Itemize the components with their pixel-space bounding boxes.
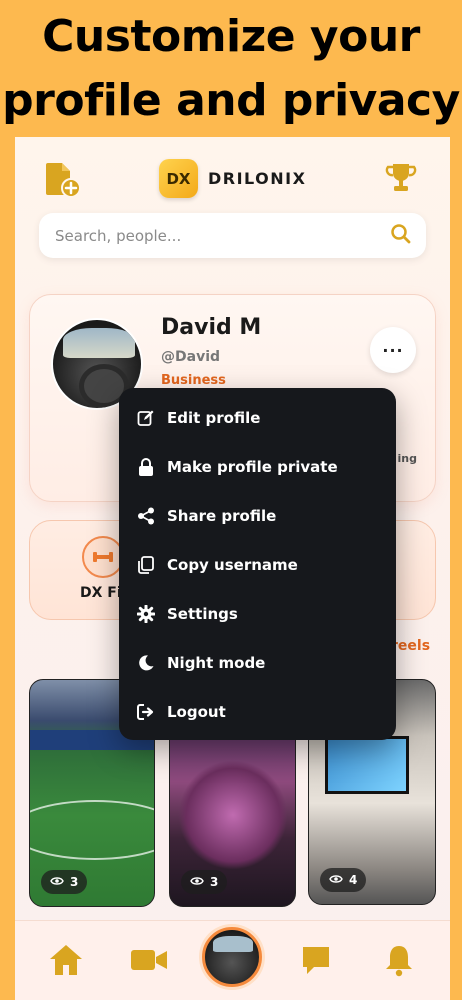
brand: DX DRILONIX (159, 159, 306, 198)
menu-item-label: Copy username (167, 555, 298, 574)
reel-image-detail (325, 736, 409, 794)
share-icon (136, 506, 156, 526)
eye-icon (329, 873, 343, 887)
search-bar (39, 213, 426, 258)
bottom-nav (15, 920, 450, 1000)
search-icon[interactable] (390, 223, 412, 249)
lock-icon (136, 457, 156, 477)
profile-handle: @David (161, 349, 221, 365)
menu-item-label: Edit profile (167, 408, 261, 427)
following-label[interactable]: ing (398, 452, 417, 465)
menu-item-label: Share profile (167, 506, 277, 525)
menu-item-copy-username[interactable]: Copy username (119, 540, 396, 589)
copy-icon (136, 555, 156, 575)
new-document-icon[interactable] (43, 159, 83, 199)
view-count-badge: 3 (181, 870, 228, 894)
eye-icon (190, 875, 204, 889)
menu-item-night-mode[interactable]: Night mode (119, 638, 396, 687)
view-count-badge: 4 (320, 868, 367, 892)
reel-image-detail (178, 760, 288, 870)
profile-options-menu: Edit profile Make profile private Share … (119, 388, 396, 740)
profile-name: David M (161, 315, 262, 340)
eye-icon (50, 875, 64, 889)
headline-line-1: Customize your (42, 11, 420, 62)
view-count: 3 (70, 875, 79, 889)
view-count: 3 (210, 875, 219, 889)
menu-item-edit-profile[interactable]: Edit profile (119, 393, 396, 442)
dumbbell-icon (82, 536, 124, 578)
menu-item-make-private[interactable]: Make profile private (119, 442, 396, 491)
chat-icon[interactable] (297, 941, 335, 979)
brand-name: DRILONIX (208, 169, 307, 188)
menu-item-label: Settings (167, 604, 238, 623)
more-options-button[interactable]: ··· (370, 327, 416, 373)
logout-icon (136, 702, 156, 722)
menu-item-label: Make profile private (167, 457, 338, 476)
promo-headline: Customize your profile and privacy (0, 0, 462, 135)
reel-image-detail (30, 800, 154, 860)
menu-item-label: Night mode (167, 653, 266, 672)
video-icon[interactable] (129, 941, 169, 979)
top-bar: DX DRILONIX (15, 137, 450, 217)
menu-item-settings[interactable]: Settings (119, 589, 396, 638)
view-count: 4 (349, 873, 358, 887)
reels-link[interactable]: reels (391, 638, 430, 654)
profile-avatar-tab[interactable] (202, 927, 262, 987)
headline-line-2: profile and privacy (2, 75, 460, 126)
edit-icon (136, 408, 156, 428)
feature-label-fitness: DX Fi (80, 585, 122, 601)
moon-icon (136, 653, 156, 673)
gear-icon (136, 604, 156, 624)
menu-item-share-profile[interactable]: Share profile (119, 491, 396, 540)
menu-item-label: Logout (167, 702, 226, 721)
bell-icon[interactable] (380, 941, 418, 979)
search-input[interactable] (55, 226, 390, 245)
home-icon[interactable] (47, 941, 85, 979)
menu-item-logout[interactable]: Logout (119, 687, 396, 736)
brand-logo: DX (159, 159, 198, 198)
trophy-icon[interactable] (383, 160, 419, 196)
view-count-badge: 3 (41, 870, 88, 894)
account-type-badge: Business (161, 373, 226, 388)
